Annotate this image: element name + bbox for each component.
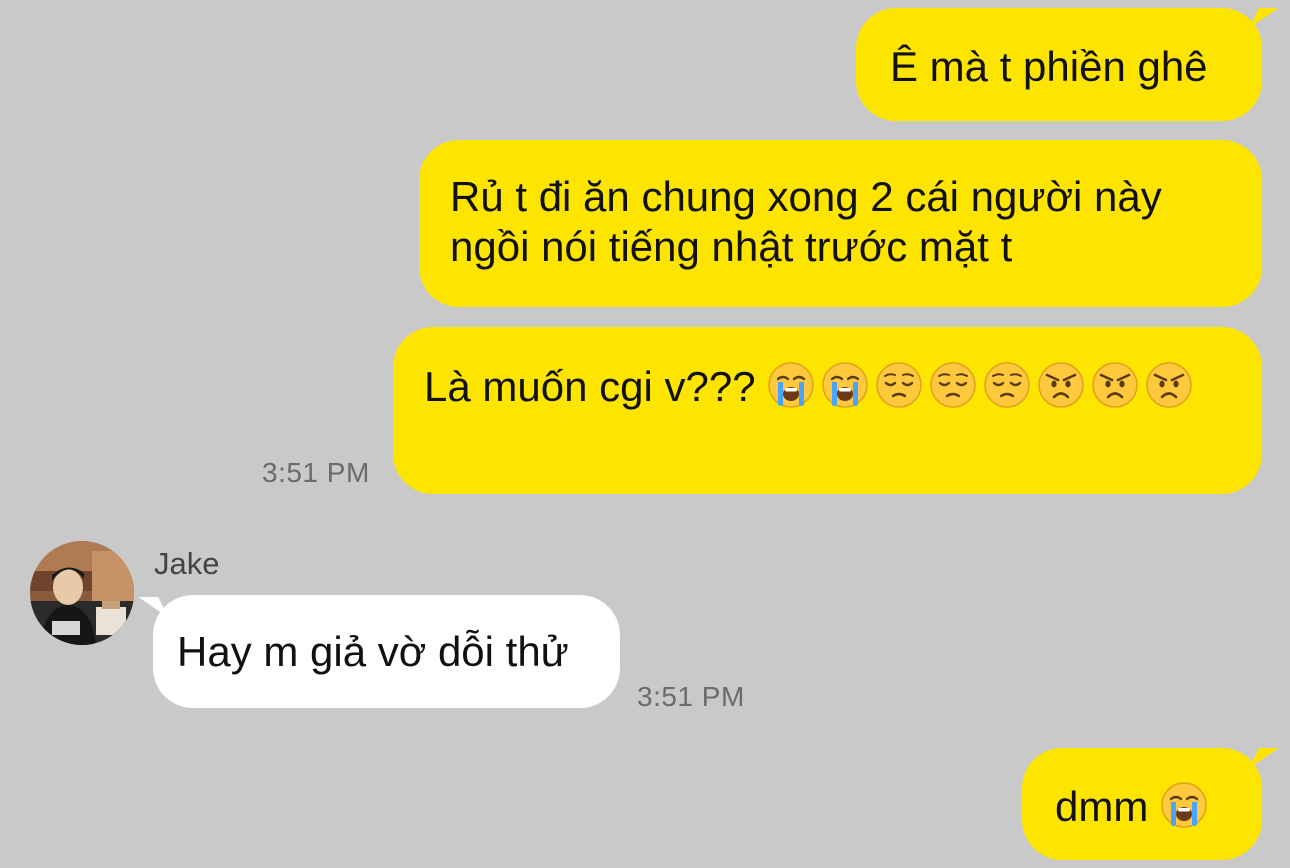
angry-face-emoji-icon xyxy=(1091,361,1139,409)
angry-face-emoji-icon xyxy=(1145,361,1193,409)
bubble-tail xyxy=(1249,748,1279,768)
loudly-crying-face-emoji-icon xyxy=(767,361,815,409)
loudly-crying-face-emoji-icon xyxy=(1160,781,1208,829)
sender-name: Jake xyxy=(154,546,220,581)
outgoing-message-bubble[interactable]: Là muốn cgi v??? xyxy=(393,327,1262,494)
avatar[interactable] xyxy=(30,541,134,645)
pensive-face-emoji-icon xyxy=(929,361,977,409)
message-text: Hay m giả vờ dỗi thử xyxy=(177,628,569,675)
emoji-group xyxy=(767,361,1193,410)
message-text: Là muốn cgi v??? xyxy=(424,363,756,410)
chat-conversation: Ê mà t phiền ghê Rủ t đi ăn chung xong 2… xyxy=(0,0,1290,868)
profile-photo xyxy=(30,541,134,645)
message-text: Rủ t đi ăn chung xong 2 cái người này ng… xyxy=(450,173,1162,270)
pensive-face-emoji-icon xyxy=(983,361,1031,409)
incoming-message-bubble[interactable]: Hay m giả vờ dỗi thử xyxy=(138,595,620,708)
angry-face-emoji-icon xyxy=(1037,361,1085,409)
message-timestamp: 3:51 PM xyxy=(637,681,745,712)
emoji-group xyxy=(1160,781,1208,830)
loudly-crying-face-emoji-icon xyxy=(821,361,869,409)
message-text: dmm xyxy=(1055,783,1149,830)
outgoing-message-bubble[interactable]: Ê mà t phiền ghê xyxy=(856,8,1279,121)
bubble-tail xyxy=(1249,8,1279,28)
outgoing-message-bubble[interactable]: dmm xyxy=(1022,748,1279,860)
message-text: Ê mà t phiền ghê xyxy=(890,43,1208,90)
outgoing-message-bubble[interactable]: Rủ t đi ăn chung xong 2 cái người này ng… xyxy=(419,140,1262,307)
bubble-tail xyxy=(138,597,168,617)
message-timestamp: 3:51 PM xyxy=(262,457,370,488)
pensive-face-emoji-icon xyxy=(875,361,923,409)
